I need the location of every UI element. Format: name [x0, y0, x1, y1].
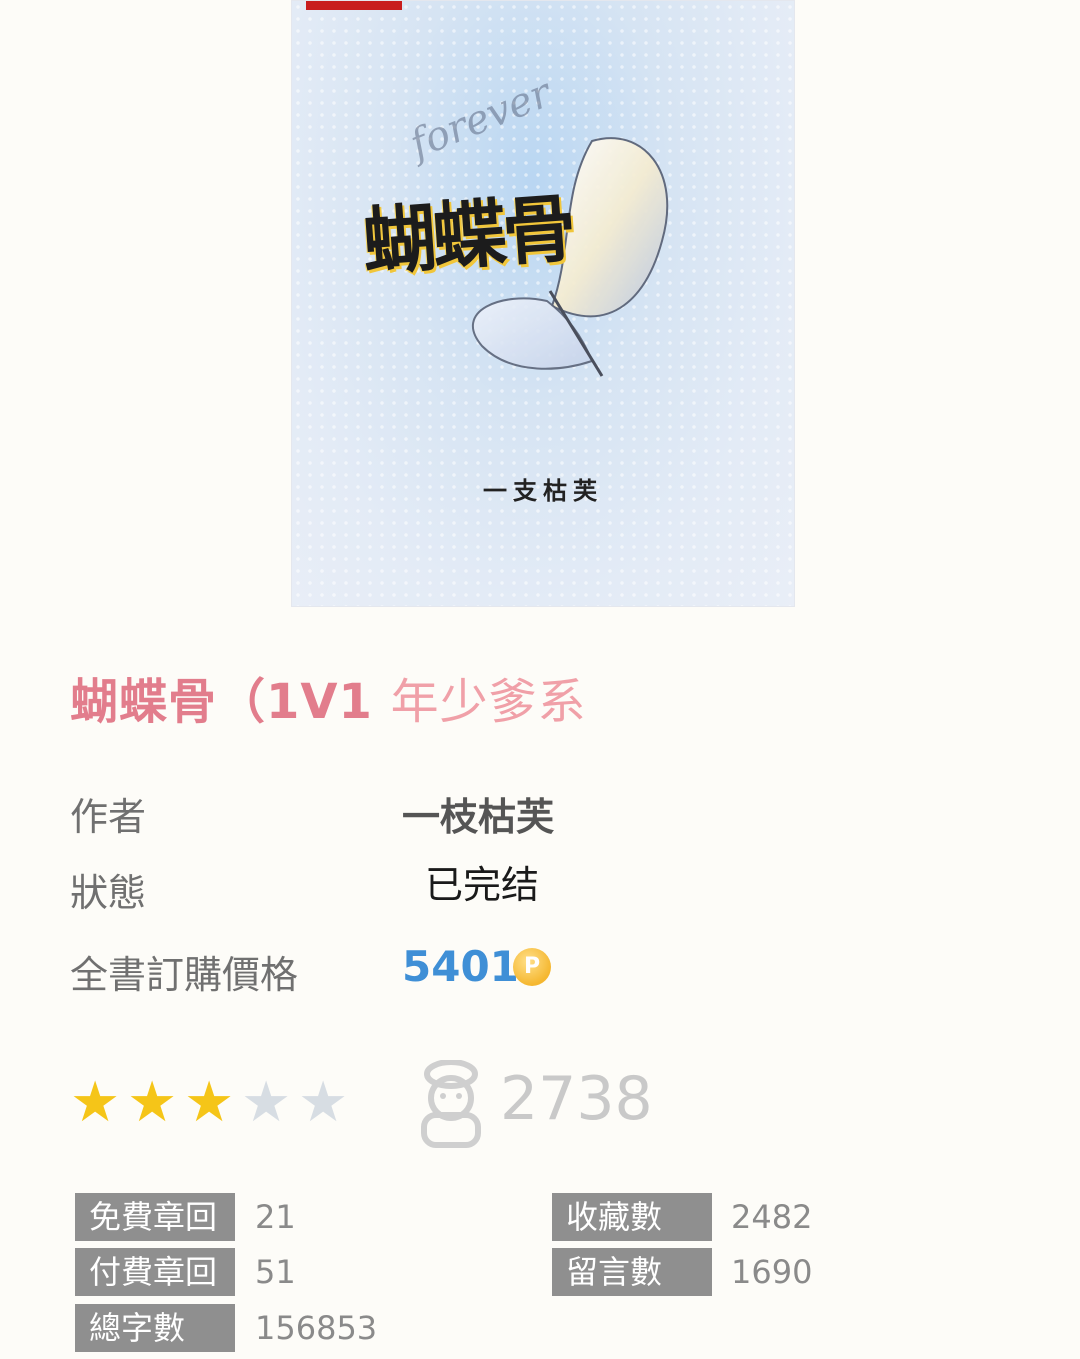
paid-chapters-value: 51 — [255, 1253, 296, 1291]
price-value: 5401 — [402, 942, 519, 991]
publisher-badge — [306, 1, 402, 10]
author-label: 作者 — [70, 795, 147, 839]
book-cover[interactable]: forever 蝴蝶骨 一支枯芙 — [291, 0, 795, 607]
star-icon-empty: ★ — [241, 1070, 292, 1135]
paid-chapters-label: 付費章回 — [75, 1248, 235, 1296]
favorites-label: 收藏數 — [552, 1193, 712, 1241]
favorites-value: 2482 — [731, 1198, 813, 1236]
mascot-icon — [421, 1060, 481, 1148]
hits-count: 2738 — [500, 1064, 653, 1134]
free-chapters-label: 免費章回 — [75, 1193, 235, 1241]
star-icon-filled: ★ — [127, 1070, 178, 1135]
star-icon-filled: ★ — [184, 1070, 235, 1135]
status-label: 狀態 — [70, 871, 147, 915]
cover-title: 蝴蝶骨 — [359, 185, 576, 287]
book-title-main: 蝴蝶骨（1V1 — [70, 674, 391, 730]
free-chapters-value: 21 — [255, 1198, 296, 1236]
book-title: 蝴蝶骨（1V1 年少爹系 — [70, 662, 587, 732]
comments-label: 留言數 — [552, 1248, 712, 1296]
status-value: 已完结 — [425, 863, 540, 907]
cover-author: 一支枯芙 — [483, 476, 603, 505]
book-title-tail: 年少爹系 — [390, 674, 587, 730]
total-words-value: 156853 — [255, 1309, 378, 1347]
comments-value: 1690 — [731, 1253, 813, 1291]
price-label: 全書訂購價格 — [70, 953, 299, 997]
total-words-label: 總字數 — [75, 1304, 235, 1352]
star-icon-filled: ★ — [70, 1070, 121, 1135]
coin-icon: P — [513, 948, 551, 986]
author-link[interactable]: 一枝枯芙 — [402, 786, 554, 841]
star-icon-empty: ★ — [298, 1070, 349, 1135]
